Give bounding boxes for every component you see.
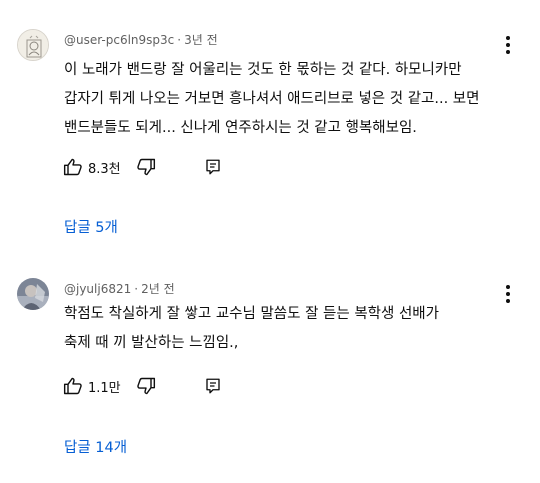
comment-time[interactable]: 2년 전 xyxy=(141,282,175,296)
comment-actions: 1.1만 xyxy=(63,376,263,398)
comment-item: @user-pc6ln9sp3c · 3년 전 이 노래가 밴드랑 잘 어울리는 것… xyxy=(0,29,540,249)
comment-text-line: 학점도 착실하게 잘 쌓고 교수님 말씀도 잘 듣는 복학생 선배가 xyxy=(64,306,439,322)
view-replies-button[interactable]: 답글 14개 xyxy=(64,436,127,457)
reply-comment-icon xyxy=(206,159,220,175)
comment-author[interactable]: @jyulj6821 xyxy=(64,282,131,296)
view-replies-button[interactable]: 답글 5개 xyxy=(64,216,118,237)
comment-actions: 8.3천 xyxy=(63,157,263,179)
like-count: 8.3천 xyxy=(88,161,121,177)
like-button[interactable]: 1.1만 xyxy=(63,376,121,396)
reply-comment-icon xyxy=(206,378,220,394)
meta-separator: · xyxy=(177,33,182,47)
profile-photo-avatar xyxy=(17,278,49,310)
comment-time[interactable]: 3년 전 xyxy=(184,33,218,47)
user-avatar[interactable] xyxy=(17,29,49,61)
user-avatar[interactable] xyxy=(17,278,49,310)
comment-text-line: 이 노래가 밴드랑 잘 어울리는 것도 한 몫하는 것 같다. 하모니카만 xyxy=(64,62,462,78)
reply-button[interactable] xyxy=(204,157,222,177)
dislike-button[interactable] xyxy=(136,157,156,177)
comment-meta: @user-pc6ln9sp3c · 3년 전 xyxy=(64,31,218,48)
more-options-button[interactable] xyxy=(500,35,516,55)
comment-meta: @jyulj6821 · 2년 전 xyxy=(64,280,175,297)
meta-separator: · xyxy=(134,282,139,296)
like-button[interactable]: 8.3천 xyxy=(63,157,121,177)
comment-text-line: 밴드분들도 되게... 신나게 연주하시는 것 같고 행복해보임. xyxy=(64,120,417,136)
thumbs-down-icon xyxy=(137,377,156,395)
comment-text: 학점도 착실하게 잘 쌓고 교수님 말씀도 잘 듣는 복학생 선배가 축제 때 … xyxy=(64,300,514,358)
comment-item: @jyulj6821 · 2년 전 학점도 착실하게 잘 쌓고 교수님 말씀도 잘 … xyxy=(0,278,540,478)
comment-text-line: 갑자기 튀게 나오는 거보면 흥나셔서 애드리브로 넣은 것 같고... 보면 xyxy=(64,91,480,107)
profile-sketch-avatar xyxy=(18,30,48,60)
like-count: 1.1만 xyxy=(88,380,121,396)
comment-text: 이 노래가 밴드랑 잘 어울리는 것도 한 몫하는 것 같다. 하모니카만 갑자… xyxy=(64,56,514,143)
thumbs-down-icon xyxy=(137,158,156,176)
reply-button[interactable] xyxy=(204,376,222,396)
thumbs-up-icon xyxy=(63,158,82,176)
thumbs-up-icon xyxy=(63,377,82,395)
comment-author[interactable]: @user-pc6ln9sp3c xyxy=(64,33,174,47)
dislike-button[interactable] xyxy=(136,376,156,396)
comment-text-line: 축제 때 끼 발산하는 느낌임., xyxy=(64,335,239,351)
